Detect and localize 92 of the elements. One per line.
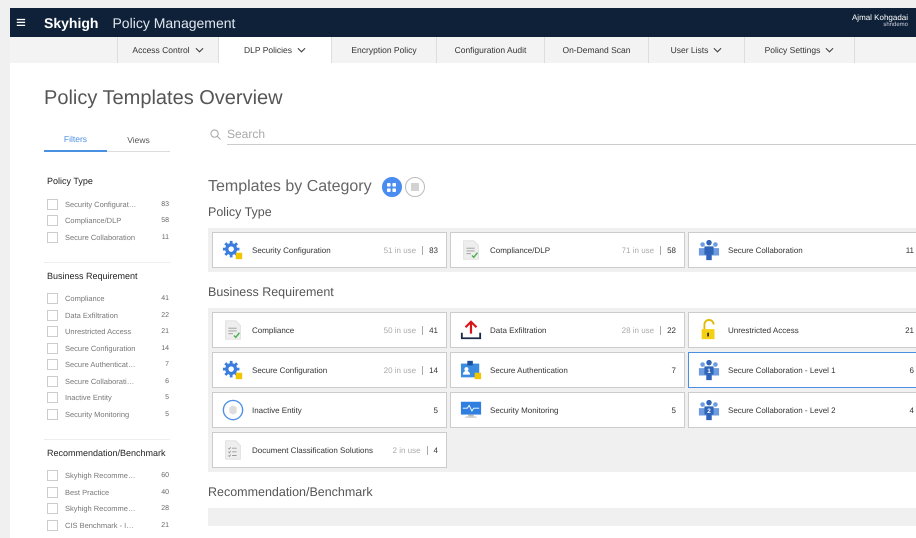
- filter-heading: Policy Type: [47, 176, 94, 186]
- card-title: Security Configuration: [252, 246, 332, 254]
- nav-tab[interactable]: On-Demand Scan: [544, 37, 648, 63]
- in-use-count: 20 in use: [384, 366, 416, 374]
- in-use-count: 71 in use: [622, 246, 654, 254]
- nav-tab[interactable]: Encryption Policy: [331, 37, 436, 63]
- filter-checkbox[interactable]: [47, 198, 58, 210]
- user-name[interactable]: Ajmal Kohgadai: [852, 13, 908, 22]
- card-title: Data Exfiltration: [490, 326, 548, 334]
- menu-icon[interactable]: ≡: [16, 14, 32, 31]
- card-title: Compliance: [252, 326, 296, 334]
- filter-checkbox[interactable]: [47, 408, 58, 420]
- in-use-count: 50 in use: [384, 326, 416, 334]
- card-title: Secure Collaboration - Level 2: [728, 406, 837, 414]
- list-icon: [410, 182, 420, 192]
- category-heading: Recommendation/Benchmark: [208, 485, 374, 501]
- in-use-count: 51 in use: [384, 246, 416, 254]
- template-count: 41: [422, 326, 438, 334]
- page-title: Policy Templates Overview: [44, 86, 284, 111]
- filter-heading: Recommendation/Benchmark: [47, 448, 167, 458]
- document-check-icon: [222, 319, 244, 341]
- filter-checkbox[interactable]: [47, 486, 58, 498]
- filter-checkbox[interactable]: [47, 326, 58, 338]
- template-card[interactable]: Security Monitoring 5: [450, 392, 685, 428]
- template-card[interactable]: Compliance/DLP 71 in use 58: [450, 232, 685, 268]
- filter-checkbox[interactable]: [47, 392, 58, 404]
- template-count: 4: [910, 406, 914, 414]
- template-card[interactable]: Secure Collaboration 11: [688, 232, 916, 268]
- grid-view-button[interactable]: [382, 177, 402, 197]
- template-card[interactable]: Unrestricted Access 21: [688, 312, 916, 348]
- brand-name: Skyhigh: [44, 14, 98, 30]
- cube-circle-icon: [222, 399, 244, 421]
- document-check-icon: [460, 239, 482, 261]
- filter-checkbox[interactable]: [47, 232, 58, 243]
- template-count: 58: [660, 246, 676, 254]
- upload-tray-icon: [460, 319, 482, 341]
- template-card[interactable]: Security Configuration 51 in use 83: [212, 232, 447, 268]
- template-count: 83: [422, 246, 438, 254]
- gear-icon: [222, 239, 244, 261]
- filter-checkbox[interactable]: [47, 359, 58, 370]
- nav-tab[interactable]: DLP Policies: [218, 37, 331, 63]
- monitor-icon: [460, 399, 482, 421]
- card-title: Security Monitoring: [490, 406, 560, 414]
- filter-checkbox[interactable]: [47, 310, 58, 321]
- card-title: Secure Collaboration - Level 1: [728, 366, 837, 374]
- in-use-count: 2 in use: [392, 446, 421, 454]
- card-title: Secure Authentication: [490, 366, 569, 374]
- in-use-count: 28 in use: [622, 326, 654, 334]
- people-icon: [698, 239, 720, 261]
- filter-checkbox[interactable]: [47, 470, 58, 482]
- card-title: Unrestricted Access: [728, 326, 800, 334]
- nav-tab[interactable]: Configuration Audit: [436, 37, 544, 63]
- search-icon: [210, 128, 221, 140]
- template-count: 14: [422, 366, 438, 374]
- template-count: 5: [434, 406, 438, 414]
- nav-tab[interactable]: Policy Settings: [744, 37, 855, 63]
- gear-icon: [222, 359, 244, 381]
- filter-checkbox[interactable]: [47, 215, 58, 226]
- card-title: Secure Configuration: [252, 366, 328, 374]
- grid-icon: [387, 182, 396, 192]
- list-view-button[interactable]: [404, 177, 425, 197]
- template-card[interactable]: Secure Authentication 7: [450, 352, 685, 388]
- section-title: Templates by Category: [208, 178, 372, 196]
- template-count: 21: [905, 326, 914, 334]
- filter-checkbox[interactable]: [47, 520, 58, 531]
- filter-checkbox[interactable]: [47, 293, 58, 304]
- card-title: Compliance/DLP: [490, 246, 552, 254]
- template-count: 22: [660, 326, 676, 334]
- card-title: Document Classification Solutions: [252, 446, 374, 454]
- id-badge-icon: [460, 359, 482, 381]
- template-card[interactable]: Inactive Entity 5: [212, 392, 447, 428]
- filter-checkbox[interactable]: [47, 503, 58, 514]
- card-title: Secure Collaboration: [728, 246, 804, 254]
- filter-checkbox[interactable]: [47, 376, 58, 387]
- template-count: 7: [672, 366, 676, 374]
- template-card[interactable]: Document Classification Solutions 2 in use 4: [212, 432, 447, 468]
- template-card[interactable]: Secure Configuration 20 in use 14: [212, 352, 447, 388]
- category-heading: Business Requirement: [208, 285, 335, 301]
- template-card[interactable]: Compliance 50 in use 41: [212, 312, 447, 348]
- template-count: 5: [672, 406, 676, 414]
- filter-checkbox[interactable]: [47, 342, 58, 354]
- sidebar-tab[interactable]: Views: [107, 131, 170, 151]
- category-heading: Policy Type: [208, 205, 273, 221]
- nav-tab[interactable]: User Lists: [648, 37, 744, 63]
- template-count: 11: [906, 246, 914, 254]
- template-count: 6: [910, 366, 914, 374]
- card-title: Inactive Entity: [252, 406, 303, 414]
- template-card[interactable]: Data Exfiltration 28 in use 22: [450, 312, 685, 348]
- app-title: Policy Management: [112, 14, 236, 30]
- checklist-document-icon: [222, 439, 244, 461]
- template-count: 4: [426, 446, 438, 454]
- filter-heading: Business Requirement: [47, 270, 139, 280]
